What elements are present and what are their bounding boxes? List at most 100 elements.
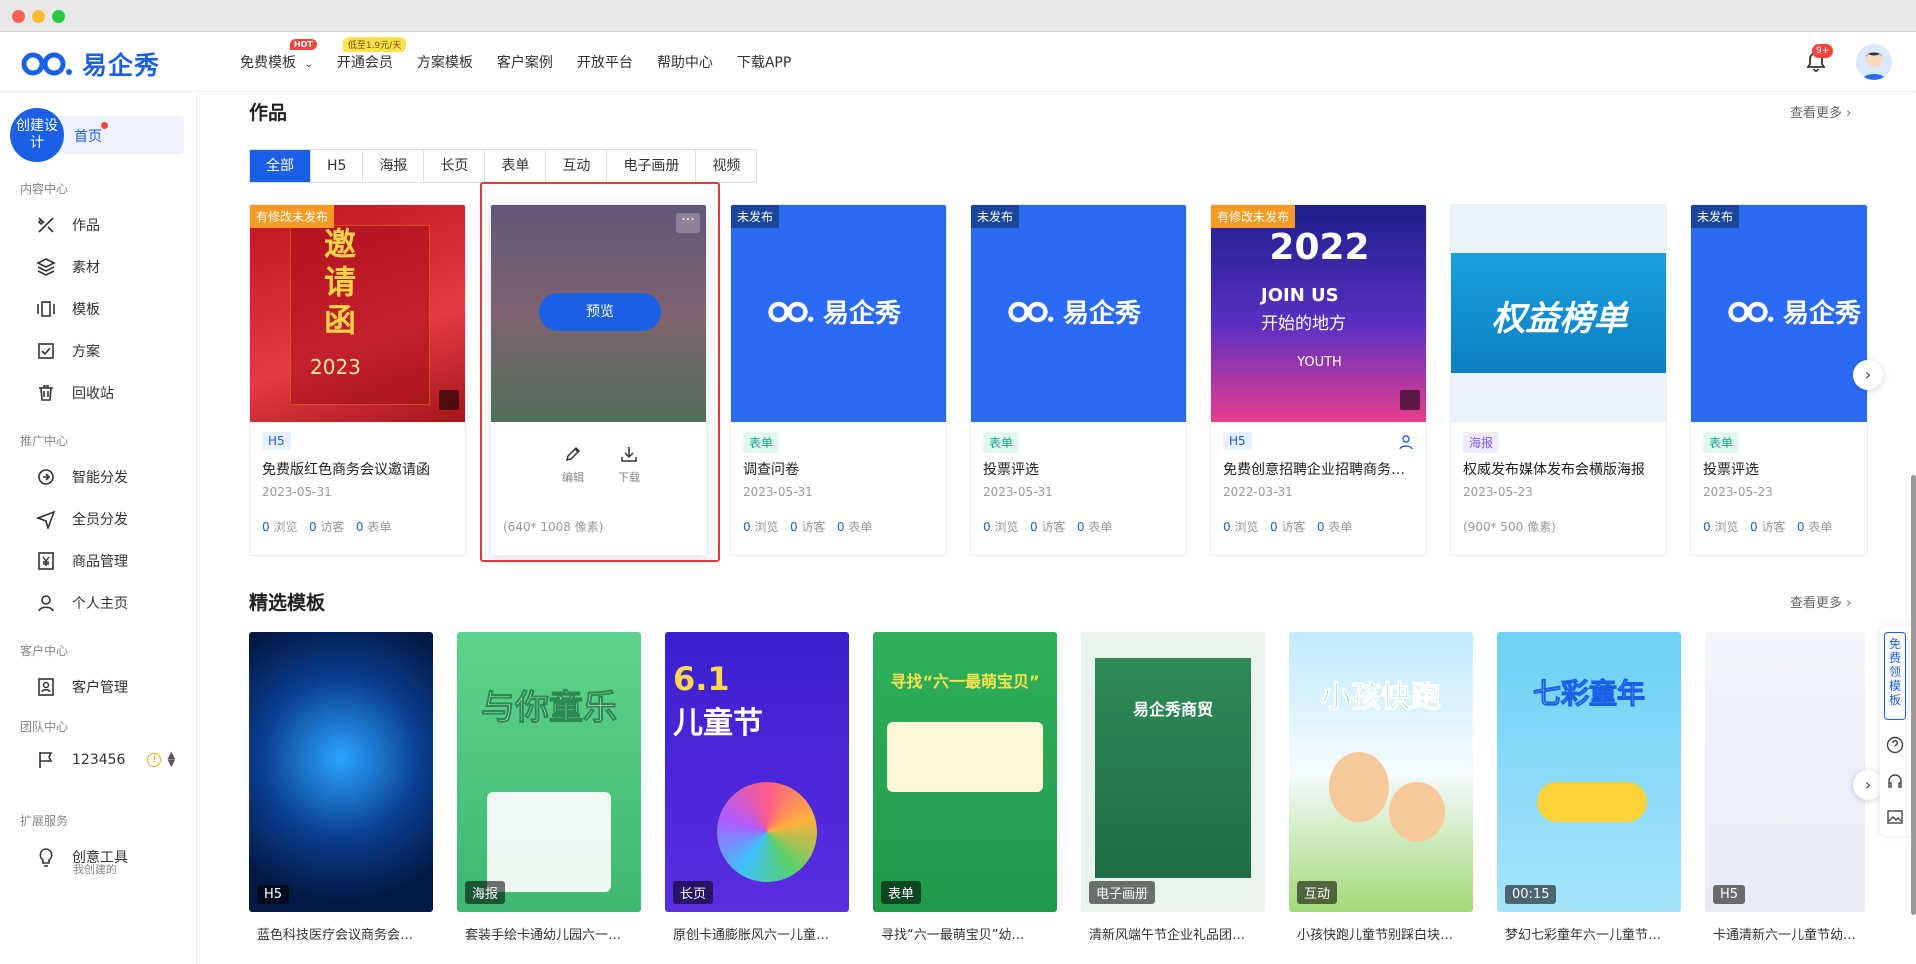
work-title: 免费创意招聘企业招聘商务… <box>1223 462 1405 478</box>
edit-label: 编辑 <box>562 471 584 484</box>
nav-open-platform[interactable]: 开放平台 <box>577 52 633 72</box>
works-next-arrow[interactable]: › <box>1853 360 1883 390</box>
works-view-more-link[interactable]: 查看更多 › <box>1790 102 1851 121</box>
status-ribbon: 有修改未发布 <box>250 205 335 228</box>
sidebar-item-goods[interactable]: 商品管理 <box>36 550 128 572</box>
templates-view-more-link[interactable]: 查看更多 › <box>1790 592 1851 611</box>
page-scrollbar[interactable] <box>1911 475 1916 915</box>
sidebar-item-all-staff-distribution[interactable]: 全员分发 <box>36 508 128 530</box>
tab-poster[interactable]: 海报 <box>363 150 425 182</box>
work-card[interactable]: 易企秀 未发布 表单 调查问卷 2023-05-31 0 浏览 0 访客 0 表… <box>730 204 947 556</box>
thumb-logo: 易企秀 <box>1727 293 1861 330</box>
template-title[interactable]: 蓝色科技医疗会议商务会… <box>249 924 433 943</box>
sidebar-item-personal-page[interactable]: 个人主页 <box>36 592 128 614</box>
maximize-window-button[interactable] <box>52 10 65 23</box>
sidebar-item-creative-tools[interactable]: 创意工具 <box>36 846 128 868</box>
work-card[interactable]: 邀请函 2023 有修改未发布 H5 免费版红色商务会议邀请函 2023-05-… <box>249 204 466 556</box>
chevron-right-icon: › <box>1864 365 1872 384</box>
work-card-hovered[interactable]: ··· 预览 编辑 下载 (640* 1008 像素) <box>490 204 707 556</box>
tab-form[interactable]: 表单 <box>485 150 547 182</box>
nav-customer-cases[interactable]: 客户案例 <box>497 52 553 72</box>
nav-free-templates[interactable]: 免费模板 ⌄ HOT <box>240 39 317 72</box>
avatar[interactable] <box>1856 44 1892 80</box>
preview-button[interactable]: 预览 <box>539 293 661 331</box>
tab-h5[interactable]: H5 <box>311 150 364 182</box>
work-date: 2023-05-31 <box>743 485 813 499</box>
work-title: 投票评选 <box>983 462 1039 478</box>
minimize-window-button[interactable] <box>32 10 45 23</box>
headset-icon[interactable] <box>1886 772 1904 790</box>
logo[interactable]: 易企秀 <box>20 46 160 82</box>
sidebar-item-solutions[interactable]: 方案 <box>36 340 100 362</box>
work-thumbnail: 2022 JOIN US 开始的地方 YOUTH <box>1211 205 1426 422</box>
send-icon <box>36 510 56 529</box>
template-card[interactable]: 6.1 儿童节 长页 <box>665 632 849 912</box>
more-options-button[interactable]: ··· <box>676 213 700 233</box>
nav-open-vip[interactable]: 开通会员 低至1.9元/天 <box>337 37 407 72</box>
section-promo-center: 推广中心 <box>20 434 69 448</box>
tab-long-page[interactable]: 长页 <box>424 150 486 182</box>
sidebar-item-trash[interactable]: 回收站 <box>36 382 114 404</box>
tab-e-album[interactable]: 电子画册 <box>607 150 697 182</box>
forms-count: 0 <box>836 520 845 534</box>
close-window-button[interactable] <box>12 10 25 23</box>
template-card[interactable]: 易企秀商贸 电子画册 <box>1081 632 1265 912</box>
template-card[interactable]: H5 <box>1705 632 1865 912</box>
template-title[interactable]: 小孩快跑儿童节别踩白块… <box>1289 924 1473 943</box>
work-card[interactable]: 易企秀 未发布 表单 投票评选 2023-05-31 0 浏览 0 访客 0 表… <box>970 204 1187 556</box>
edit-button[interactable]: 编辑 <box>553 445 593 485</box>
tab-interactive[interactable]: 互动 <box>546 150 608 182</box>
stat-label: 表单 <box>1808 520 1833 534</box>
nav-solution-templates[interactable]: 方案模板 <box>417 52 473 72</box>
pencil-icon <box>565 446 581 462</box>
type-tag: H5 <box>1223 432 1252 450</box>
work-thumbnail: 易企秀 <box>971 205 1186 422</box>
image-icon[interactable] <box>1886 808 1904 826</box>
free-template-button[interactable]: 免费领模板 <box>1884 632 1906 720</box>
thumb-subtitle: 开始的地方 <box>1261 314 1346 334</box>
download-button[interactable]: 下载 <box>609 445 649 485</box>
thumb-text: 易企秀商贸 <box>1132 700 1213 719</box>
sidebar-item-label: 123456 <box>72 752 126 768</box>
template-card[interactable]: 七彩童年 00:15 <box>1497 632 1681 912</box>
chevron-down-icon: ⌄ <box>304 59 313 70</box>
thumb-text: 儿童节 <box>673 706 763 741</box>
sidebar-item-templates[interactable]: 模板 <box>36 298 100 320</box>
home-dot <box>101 122 108 129</box>
status-ribbon: 未发布 <box>731 205 780 228</box>
template-title[interactable]: 梦幻七彩童年六一儿童节… <box>1497 924 1681 943</box>
template-card[interactable]: 与你童乐 海报 <box>457 632 641 912</box>
template-title[interactable]: 寻找“六一最萌宝贝”幼… <box>873 924 1057 943</box>
template-card[interactable]: H5 <box>249 632 433 912</box>
template-card[interactable]: 小孩快跑 互动 <box>1289 632 1473 912</box>
thumb-logo-text: 易企秀 <box>1783 299 1862 329</box>
template-title[interactable]: 套装手绘卡通幼儿园六一… <box>457 924 641 943</box>
tab-video[interactable]: 视频 <box>696 150 756 182</box>
sidebar-item-team[interactable]: 123456 ! ▲ ▼ <box>36 749 175 771</box>
template-title[interactable]: 卡通清新六一儿童节幼儿… <box>1705 924 1865 943</box>
templates-next-arrow[interactable]: › <box>1853 770 1883 800</box>
template-title[interactable]: 原创卡通膨胀风六一儿童… <box>665 924 849 943</box>
sidebar-item-label: 模板 <box>72 302 100 318</box>
work-stats: 0 浏览 0 访客 0 表单 <box>1703 518 1832 535</box>
work-card[interactable]: 易企秀 未发布 表单 投票评选 2023-05-23 0 浏览 0 访客 0 表… <box>1690 204 1868 556</box>
template-title[interactable]: 清新风端午节企业礼品团… <box>1081 924 1265 943</box>
sidebar-item-works[interactable]: 作品 <box>36 214 100 236</box>
qr-code-icon[interactable] <box>1400 390 1420 410</box>
sidebar-item-materials[interactable]: 素材 <box>36 256 100 278</box>
work-card[interactable]: 权益榜单 海报 权威发布媒体发布会横版海报 2023-05-23 (900* 5… <box>1450 204 1667 556</box>
collaborator-user-icon[interactable] <box>1398 434 1414 450</box>
create-design-button[interactable]: 创建设计 <box>10 108 64 162</box>
template-card[interactable]: 寻找“六一最萌宝贝” 表单 <box>873 632 1057 912</box>
switch-icon[interactable]: ▲ ▼ <box>167 751 175 769</box>
stat-label: 访客 <box>1281 520 1306 534</box>
nav-help-center[interactable]: 帮助中心 <box>657 52 713 72</box>
help-icon[interactable] <box>1886 736 1904 754</box>
tab-all[interactable]: 全部 <box>250 150 311 182</box>
sidebar-item-customer-management[interactable]: 客户管理 <box>36 676 128 698</box>
thumb-text: 与你童乐 <box>481 688 618 729</box>
sidebar-item-smart-distribution[interactable]: 智能分发 <box>36 466 128 488</box>
nav-download-app[interactable]: 下载APP <box>737 52 791 72</box>
qr-code-icon[interactable] <box>439 390 459 410</box>
work-card[interactable]: 2022 JOIN US 开始的地方 YOUTH 有修改未发布 H5 免费创意招… <box>1210 204 1427 556</box>
